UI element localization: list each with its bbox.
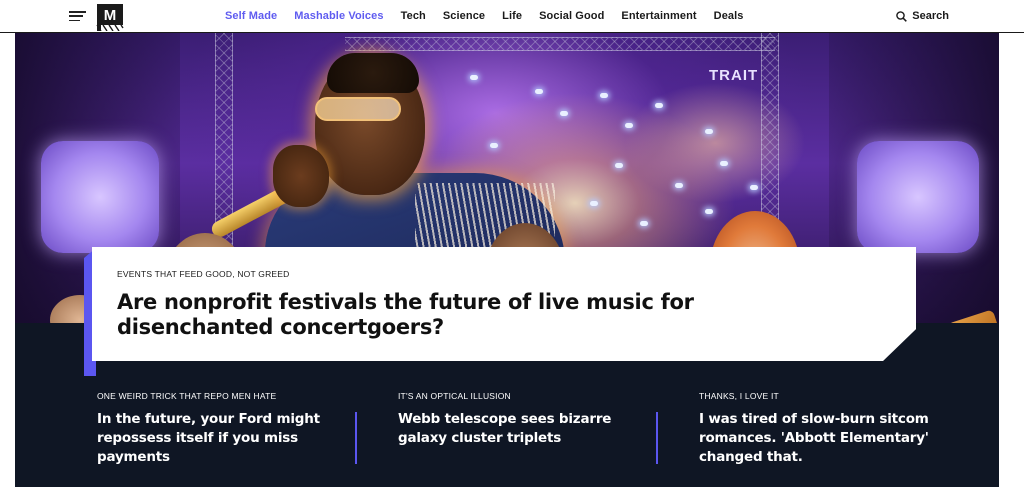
nav-link-deals[interactable]: Deals bbox=[714, 10, 744, 22]
stage-light bbox=[720, 161, 728, 166]
stage-light bbox=[640, 221, 648, 226]
stage-light bbox=[600, 93, 608, 98]
stage-truss bbox=[345, 37, 775, 51]
mashable-logo[interactable]: M bbox=[95, 4, 125, 32]
stage-light bbox=[615, 163, 623, 168]
singer-sunglasses bbox=[315, 97, 401, 121]
stage-light bbox=[590, 201, 598, 206]
featured-article-card[interactable]: EVENTS THAT FEED GOOD, NOT GREED Are non… bbox=[92, 247, 916, 361]
search-icon bbox=[896, 10, 908, 22]
hamburger-menu-icon[interactable] bbox=[69, 11, 86, 22]
stage-light bbox=[750, 185, 758, 190]
nav-link-science[interactable]: Science bbox=[443, 10, 485, 22]
stage-light bbox=[490, 143, 498, 148]
nav-link-mashable-voices[interactable]: Mashable Voices bbox=[294, 10, 383, 22]
nav-link-entertainment[interactable]: Entertainment bbox=[621, 10, 696, 22]
nav-link-self-made[interactable]: Self Made bbox=[225, 10, 277, 22]
story-kicker: THANKS, I LOVE IT bbox=[699, 391, 779, 401]
search-label: Search bbox=[912, 10, 949, 22]
story-card[interactable]: ONE WEIRD TRICK THAT REPO MEN HATE In th… bbox=[97, 380, 327, 467]
top-navigation-bar: M Self Made Mashable Voices Tech Science… bbox=[0, 0, 1024, 33]
video-screen-right bbox=[857, 141, 979, 253]
stage-light bbox=[675, 183, 683, 188]
featured-headline[interactable]: Are nonprofit festivals the future of li… bbox=[117, 290, 837, 340]
story-card[interactable]: THANKS, I LOVE IT I was tired of slow-bu… bbox=[699, 380, 939, 467]
stage-light bbox=[535, 89, 543, 94]
stage-sign: TRAIT bbox=[709, 67, 759, 84]
stage-light bbox=[470, 75, 478, 80]
nav-link-social-good[interactable]: Social Good bbox=[539, 10, 604, 22]
singer-hand bbox=[273, 145, 329, 207]
story-headline[interactable]: Webb telescope sees bizarre galaxy clust… bbox=[398, 410, 628, 448]
nav-link-tech[interactable]: Tech bbox=[401, 10, 426, 22]
story-card[interactable]: IT'S AN OPTICAL ILLUSION Webb telescope … bbox=[398, 380, 628, 448]
nav-link-life[interactable]: Life bbox=[502, 10, 522, 22]
stage-light bbox=[705, 129, 713, 134]
singer-hair bbox=[327, 53, 419, 93]
stage-light bbox=[655, 103, 663, 108]
primary-nav: Self Made Mashable Voices Tech Science L… bbox=[225, 0, 761, 31]
story-kicker: IT'S AN OPTICAL ILLUSION bbox=[398, 391, 511, 401]
featured-kicker: EVENTS THAT FEED GOOD, NOT GREED bbox=[117, 269, 290, 279]
story-divider bbox=[656, 412, 658, 464]
stage-light bbox=[560, 111, 568, 116]
story-divider bbox=[355, 412, 357, 464]
stage-light bbox=[625, 123, 633, 128]
video-screen-left bbox=[41, 141, 159, 253]
search-button[interactable]: Search bbox=[896, 10, 949, 22]
story-headline[interactable]: In the future, your Ford might repossess… bbox=[97, 410, 327, 467]
stage-light bbox=[705, 209, 713, 214]
secondary-stories: ONE WEIRD TRICK THAT REPO MEN HATE In th… bbox=[15, 380, 999, 487]
story-headline[interactable]: I was tired of slow-burn sitcom romances… bbox=[699, 410, 939, 467]
story-kicker: ONE WEIRD TRICK THAT REPO MEN HATE bbox=[97, 391, 277, 401]
svg-text:M: M bbox=[104, 7, 117, 24]
